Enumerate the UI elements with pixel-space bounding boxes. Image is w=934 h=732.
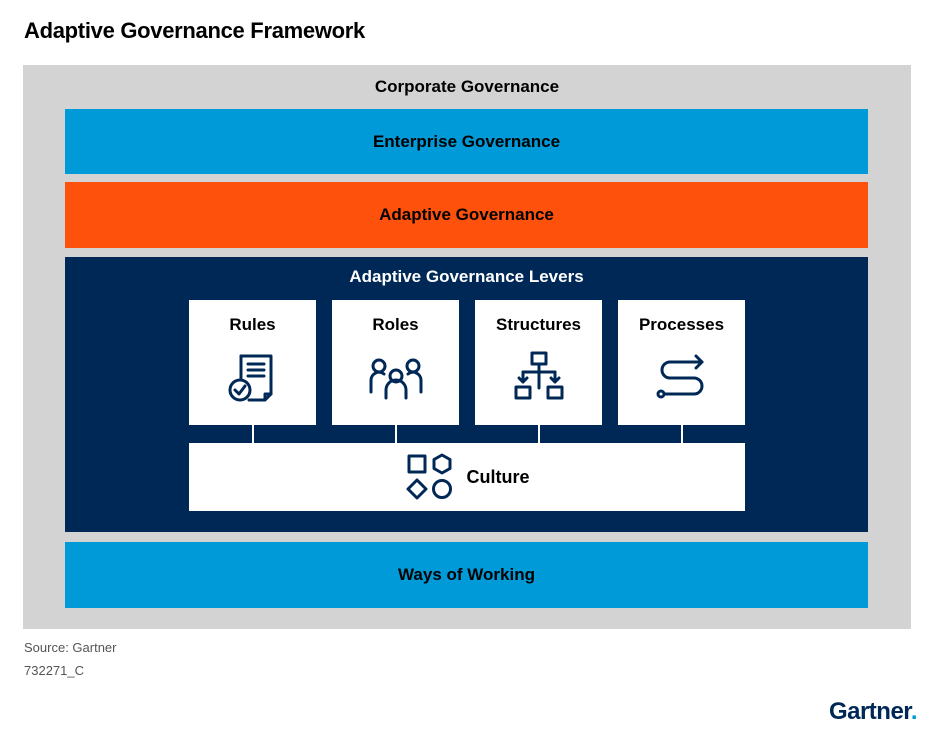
lever-label: Roles xyxy=(372,315,419,334)
adaptive-governance-band: Adaptive Governance xyxy=(65,182,868,248)
enterprise-governance-band: Enterprise Governance xyxy=(65,109,868,174)
process-path-icon xyxy=(654,350,710,406)
connector-roles xyxy=(395,425,397,443)
culture-box: Culture xyxy=(189,443,745,511)
corporate-governance-box: Corporate Governance Enterprise Governan… xyxy=(23,65,911,629)
lever-card-rules: Rules xyxy=(189,300,316,425)
lever-label: Rules xyxy=(229,315,276,334)
corporate-governance-label: Corporate Governance xyxy=(374,77,560,96)
culture-label: Culture xyxy=(466,466,530,487)
lever-card-processes: Processes xyxy=(618,300,745,425)
page-title: Adaptive Governance Framework xyxy=(24,18,365,43)
adaptive-governance-label: Adaptive Governance xyxy=(379,205,554,224)
enterprise-governance-label: Enterprise Governance xyxy=(372,131,561,151)
people-group-icon xyxy=(368,350,424,406)
document-check-icon xyxy=(225,350,281,406)
logo-text: Gartner xyxy=(828,698,911,725)
ways-of-working-band: Ways of Working xyxy=(65,542,868,608)
source-note: Source: Gartner xyxy=(24,640,117,655)
document-code: 732271_C xyxy=(24,663,84,678)
connector-processes xyxy=(681,425,683,443)
lever-label: Processes xyxy=(638,315,725,334)
connector-structures xyxy=(538,425,540,443)
lever-label: Structures xyxy=(495,315,582,334)
ways-of-working-label: Ways of Working xyxy=(398,565,535,584)
adaptive-governance-levers-box: Adaptive Governance Levers Rules Roles S… xyxy=(65,257,868,532)
hierarchy-icon xyxy=(511,350,567,406)
gartner-logo: Gartner. xyxy=(828,698,918,725)
lever-card-structures: Structures xyxy=(475,300,602,425)
lever-card-roles: Roles xyxy=(332,300,459,425)
levers-title: Adaptive Governance Levers xyxy=(349,267,584,286)
shapes-icon xyxy=(405,452,455,502)
connector-rules xyxy=(252,425,254,443)
